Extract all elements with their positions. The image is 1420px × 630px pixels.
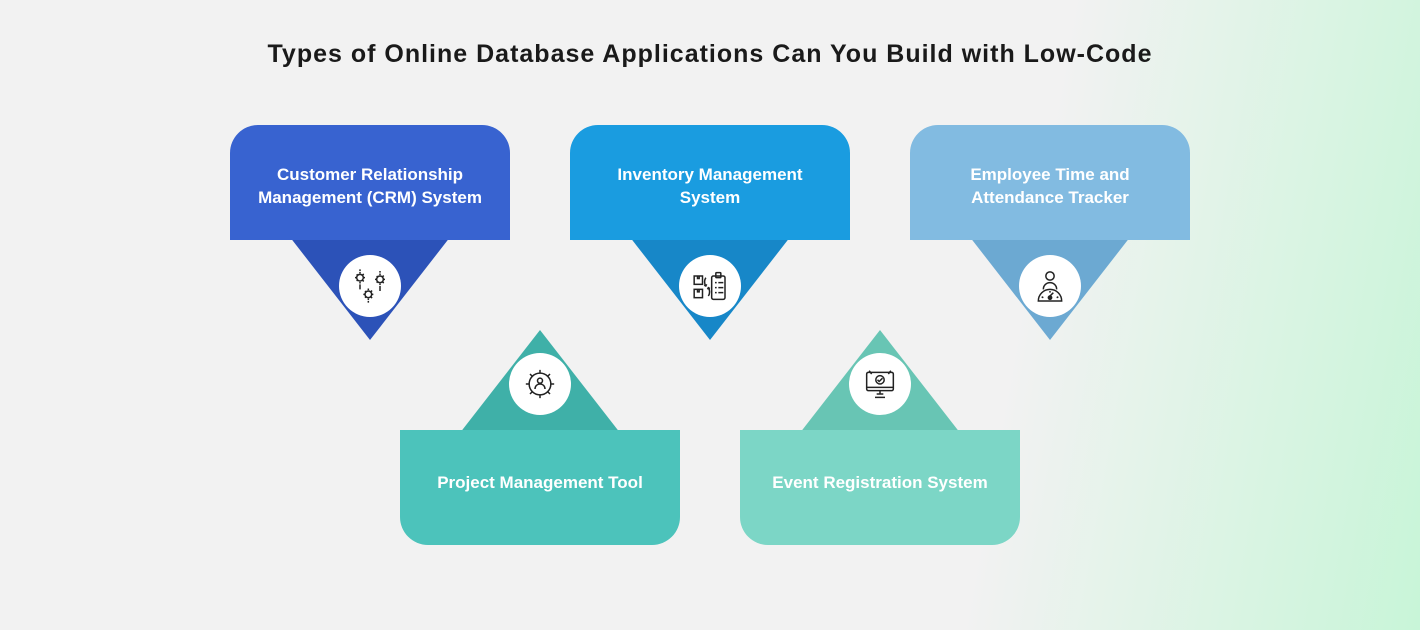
card-label: Event Registration System	[740, 430, 1020, 545]
card-attendance: Employee Time and Attendance Tracker	[910, 125, 1190, 345]
card-project: Project Management Tool	[400, 325, 680, 545]
card-label: Inventory Management System	[570, 125, 850, 240]
card-label: Customer Relationship Management (CRM) S…	[230, 125, 510, 240]
inventory-icon	[679, 255, 741, 317]
card-label: Project Management Tool	[400, 430, 680, 545]
gears-icon	[339, 255, 401, 317]
top-row: Customer Relationship Management (CRM) S…	[0, 125, 1420, 345]
page-title: Types of Online Database Applications Ca…	[0, 0, 1420, 69]
time-tracker-icon	[1019, 255, 1081, 317]
bottom-row: Project Management Tool Event Registrati…	[0, 325, 1420, 545]
registration-monitor-icon	[849, 353, 911, 415]
card-crm: Customer Relationship Management (CRM) S…	[230, 125, 510, 345]
project-gear-icon	[509, 353, 571, 415]
card-inventory: Inventory Management System	[570, 125, 850, 345]
card-label: Employee Time and Attendance Tracker	[910, 125, 1190, 240]
card-event: Event Registration System	[740, 325, 1020, 545]
